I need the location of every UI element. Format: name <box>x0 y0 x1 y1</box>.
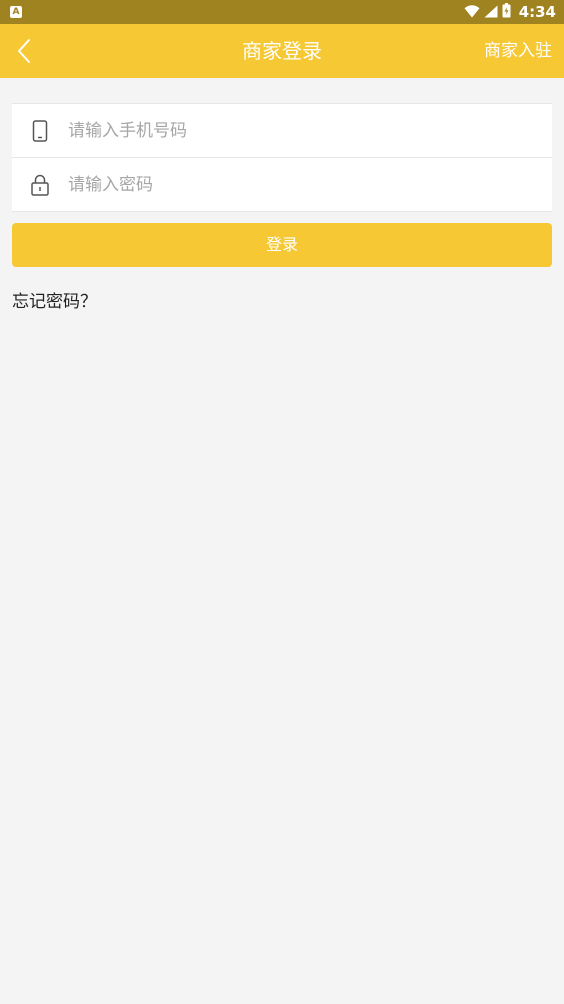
wifi-icon <box>464 3 480 22</box>
notification-icon: A <box>10 6 22 18</box>
status-right: 4:34 <box>464 2 556 22</box>
phone-input[interactable] <box>68 110 552 151</box>
battery-icon <box>502 2 511 22</box>
app-bar: 商家登录 商家入驻 <box>0 24 564 78</box>
back-button[interactable] <box>10 34 38 68</box>
login-button[interactable]: 登录 <box>12 223 552 267</box>
login-form <box>12 103 552 212</box>
phone-icon <box>12 119 68 142</box>
page-title: 商家登录 <box>242 39 322 63</box>
lock-icon <box>12 174 68 196</box>
password-row <box>12 157 552 211</box>
chevron-left-icon <box>18 39 30 63</box>
phone-row <box>12 104 552 157</box>
merchant-register-button[interactable]: 商家入驻 <box>484 24 552 78</box>
signal-icon <box>484 3 498 22</box>
password-input[interactable] <box>68 164 552 205</box>
status-left: A <box>10 6 22 18</box>
status-time: 4:34 <box>518 3 556 21</box>
forgot-password-link[interactable]: 忘记密码？ <box>12 287 97 312</box>
status-bar: A 4:34 <box>0 0 564 24</box>
